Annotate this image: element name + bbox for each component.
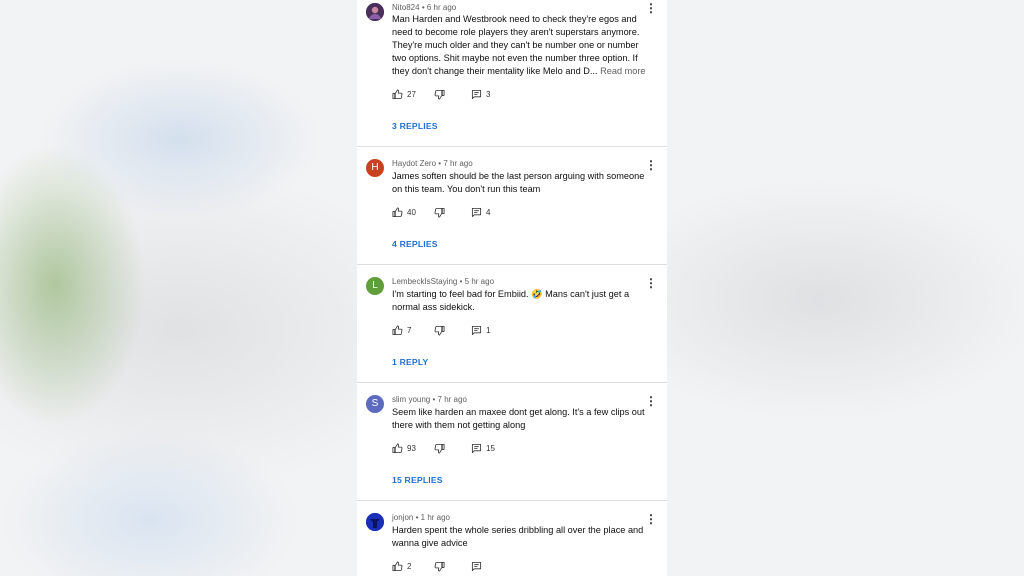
thumbs-down-icon [434,207,445,217]
view-replies-link[interactable]: 1 REPLY [392,357,428,367]
comment-item: Nito824 • 6 hr ago ⋮ Man Harden and West… [357,0,667,146]
view-replies-link[interactable]: 3 REPLIES [392,121,438,131]
comment-username[interactable]: Haydot Zero [392,159,436,168]
like-count: 7 [407,325,412,335]
reply-count: 1 [486,325,491,335]
comment-icon [471,207,482,217]
dislike-button[interactable] [434,88,445,100]
thumbs-down-icon [434,89,445,99]
like-count: 40 [407,207,416,217]
view-replies-link[interactable]: 15 REPLIES [392,475,443,485]
reply-button[interactable]: 3 [471,88,490,100]
avatar-photo-icon [366,3,384,21]
comment-username[interactable]: jonjon [392,513,413,522]
like-button[interactable]: 27 [392,88,416,100]
comment-item: H Haydot Zero • 7 hr ago ⋮ James soften … [357,147,667,264]
meta-separator: • [438,159,442,168]
comment-icon [471,325,482,335]
avatar[interactable]: L [366,277,384,295]
comment-icon [471,561,482,571]
meta-separator: • [421,3,425,12]
reply-button[interactable]: 4 [471,206,490,218]
comment-time: 1 hr ago [420,513,450,522]
comment-meta: jonjon • 1 hr ago [392,513,450,522]
comment-text: Seem like harden an maxee dont get along… [392,406,647,432]
avatar[interactable] [366,513,384,531]
thumbs-up-icon [392,89,403,99]
thumbs-down-icon [434,561,445,571]
like-button[interactable]: 93 [392,442,416,454]
thumbs-down-icon [434,443,445,453]
reply-button[interactable] [471,560,486,572]
comment-time: 6 hr ago [426,3,457,12]
comment-body: James soften should be the last person a… [392,171,645,194]
like-button[interactable]: 40 [392,206,416,218]
reply-button[interactable]: 15 [471,442,495,454]
comment-item: L LembeckIsStaying • 5 hr ago ⋮ I'm star… [357,265,667,382]
comment-body: Harden spent the whole series dribbling … [392,525,644,548]
read-more-link[interactable]: Read more [600,66,645,76]
thumbs-up-icon [392,325,403,335]
dislike-button[interactable] [434,560,445,572]
comment-body: I'm starting to feel bad for Embiid. 🤣 M… [392,289,630,312]
avatar[interactable]: S [366,395,384,413]
like-button[interactable]: 2 [392,560,411,572]
comment-text: Man Harden and Westbrook need to check t… [392,13,647,78]
comment-icon [471,89,482,99]
comment-meta: LembeckIsStaying • 5 hr ago [392,277,494,286]
avatar-photo-icon [366,513,384,531]
avatar[interactable]: H [366,159,384,177]
comment-text: Harden spent the whole series dribbling … [392,524,647,550]
comment-username[interactable]: slim young [392,395,430,404]
comment-time: 5 hr ago [464,277,495,286]
reply-count: 15 [486,443,495,453]
avatar[interactable] [366,3,384,21]
like-button[interactable]: 7 [392,324,411,336]
comment-meta: slim young • 7 hr ago [392,395,467,404]
dislike-button[interactable] [434,442,445,454]
thumbs-up-icon [392,443,403,453]
comment-time: 7 hr ago [437,395,467,404]
comment-username[interactable]: LembeckIsStaying [392,277,457,286]
thumbs-up-icon [392,561,403,571]
like-count: 2 [407,561,412,571]
meta-separator: • [415,513,419,522]
comments-panel: Nito824 • 6 hr ago ⋮ Man Harden and West… [357,0,667,576]
dislike-button[interactable] [434,206,445,218]
reply-count: 4 [486,207,491,217]
comment-item: S slim young • 7 hr ago ⋮ Seem like hard… [357,383,667,500]
comment-username[interactable]: Nito824 [392,3,420,12]
thumbs-down-icon [434,325,445,335]
thumbs-up-icon [392,207,403,217]
view-replies-link[interactable]: 4 REPLIES [392,239,438,249]
comment-time: 7 hr ago [443,159,473,168]
meta-separator: • [432,395,436,404]
comment-body: Seem like harden an maxee dont get along… [392,407,645,430]
comment-icon [471,443,482,453]
comment-meta: Nito824 • 6 hr ago [392,3,456,12]
comment-meta: Haydot Zero • 7 hr ago [392,159,473,168]
meta-separator: • [459,277,463,286]
reply-count: 3 [486,89,491,99]
dislike-button[interactable] [434,324,445,336]
comment-item: jonjon • 1 hr ago ⋮ Harden spent the who… [357,501,667,576]
comment-text: James soften should be the last person a… [392,170,647,196]
reply-button[interactable]: 1 [471,324,490,336]
comment-text: I'm starting to feel bad for Embiid. 🤣 M… [392,288,647,314]
like-count: 93 [407,443,416,453]
like-count: 27 [407,89,416,99]
